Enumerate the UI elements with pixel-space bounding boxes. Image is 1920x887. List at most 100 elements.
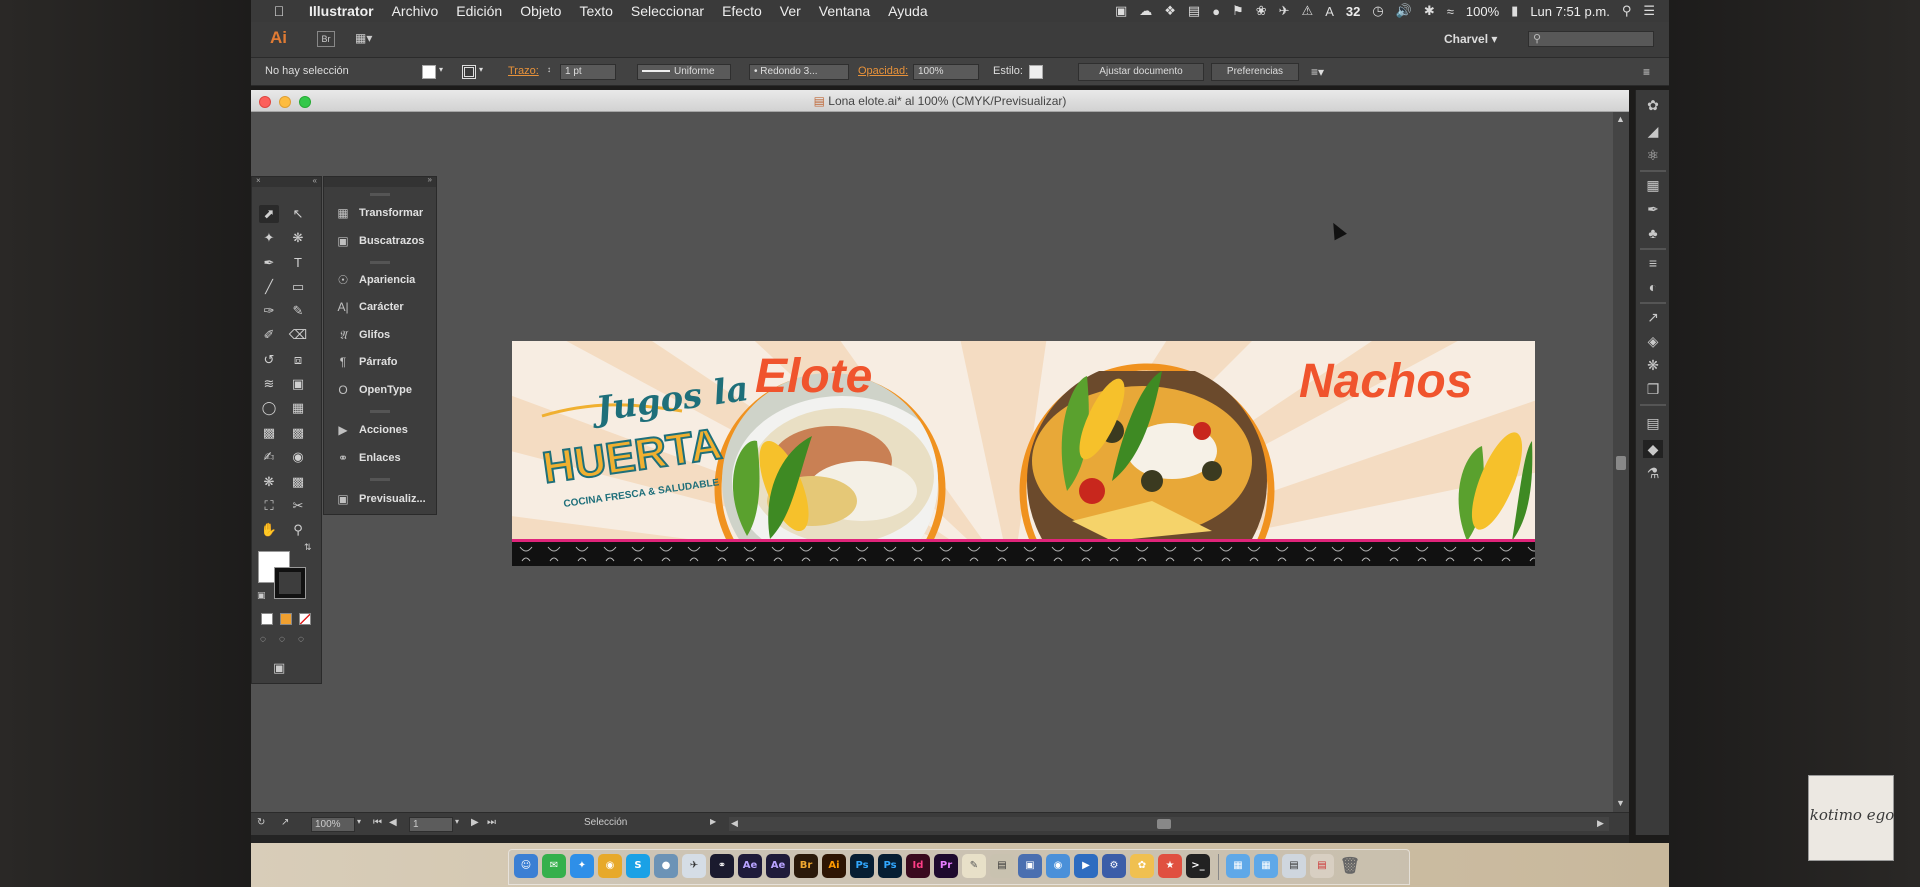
- circle-icon[interactable]: ●: [1212, 4, 1220, 19]
- trash-icon[interactable]: 🗑: [1338, 854, 1362, 878]
- clipboard-icon[interactable]: ▤: [1188, 3, 1200, 19]
- font-icon[interactable]: A: [1325, 4, 1334, 19]
- volume-icon[interactable]: 🔊: [1396, 3, 1412, 19]
- scale-tool-icon[interactable]: ⧈: [288, 351, 308, 369]
- default-colors-icon[interactable]: ▣: [257, 590, 266, 601]
- system-prefs-icon[interactable]: ⚙: [1102, 854, 1126, 878]
- network-icon[interactable]: ◉: [1046, 854, 1070, 878]
- pen-tool-icon[interactable]: ✒: [259, 254, 279, 272]
- panel-grip[interactable]: [370, 261, 390, 264]
- type-tool-icon[interactable]: T: [288, 254, 308, 272]
- color-guide-icon[interactable]: ✿: [1643, 96, 1663, 114]
- transparency-icon[interactable]: ◐: [1643, 278, 1663, 296]
- artboard-number-input[interactable]: 1: [409, 817, 453, 832]
- dictionary-icon[interactable]: ★: [1158, 854, 1182, 878]
- chevron-down-icon[interactable]: ▾: [479, 65, 483, 74]
- artboard-tool-icon[interactable]: ⛶: [259, 497, 279, 515]
- pencil-tool-icon[interactable]: ✎: [288, 302, 308, 320]
- magic-wand-tool-icon[interactable]: ✦: [259, 229, 279, 247]
- apple-icon[interactable]: : [267, 3, 291, 19]
- selection-tool-icon[interactable]: ⬈: [259, 205, 279, 223]
- width-tool-icon[interactable]: ≋: [259, 375, 279, 393]
- vertical-scroll-thumb[interactable]: [1616, 456, 1626, 470]
- chat-icon[interactable]: ●: [654, 854, 678, 878]
- terminal-icon[interactable]: >_: [1186, 854, 1210, 878]
- preview-app-icon[interactable]: ▣: [1018, 854, 1042, 878]
- next-artboard-icon[interactable]: ▶: [471, 817, 479, 828]
- gradient-tool-icon[interactable]: ▩: [288, 424, 308, 442]
- scroll-up-icon[interactable]: ▲: [1616, 114, 1625, 124]
- status-menu-icon[interactable]: ▶: [710, 817, 716, 826]
- folder-icon[interactable]: ▦: [1226, 854, 1250, 878]
- draw-behind-icon[interactable]: ◌: [279, 634, 285, 645]
- panel-item-previsualizar[interactable]: ▣ Previsualiz...: [334, 490, 425, 508]
- panel-item-caracter[interactable]: A| Carácter: [334, 298, 403, 316]
- gradient-icon[interactable]: ◢: [1643, 122, 1663, 140]
- eyedropper-tool-icon[interactable]: ✍: [259, 448, 279, 466]
- menu-archivo[interactable]: Archivo: [392, 3, 439, 19]
- zoom-tool-icon[interactable]: ⚲: [288, 521, 308, 539]
- indesign-icon[interactable]: Id: [906, 854, 930, 878]
- adjust-document-button[interactable]: Ajustar documento: [1078, 63, 1204, 81]
- arrange-documents-icon[interactable]: ▦▾: [355, 31, 372, 45]
- opacity-label[interactable]: Opacidad:: [858, 65, 908, 77]
- keynote-icon[interactable]: ▤: [990, 854, 1014, 878]
- gradient-mode-button[interactable]: [280, 613, 292, 625]
- warning-icon[interactable]: ⚠: [1302, 3, 1314, 19]
- battery-icon[interactable]: ▮: [1511, 3, 1518, 19]
- panel-menu-icon[interactable]: ≡: [1643, 65, 1650, 79]
- menu-ver[interactable]: Ver: [780, 3, 801, 19]
- draw-inside-icon[interactable]: ◌: [298, 634, 304, 645]
- horizontal-scroll-thumb[interactable]: [1157, 819, 1171, 829]
- photoshop-icon[interactable]: Ps: [850, 854, 874, 878]
- downloads-folder-icon[interactable]: ▦: [1254, 854, 1278, 878]
- layers-icon[interactable]: ◈: [1643, 332, 1663, 350]
- last-artboard-icon[interactable]: ⏭: [487, 817, 496, 828]
- stroke-style-select[interactable]: Uniforme: [637, 64, 731, 80]
- fill-swatch[interactable]: [422, 65, 436, 79]
- layers-active-icon[interactable]: ◆: [1643, 440, 1663, 458]
- flag-icon[interactable]: ⚑: [1232, 3, 1244, 19]
- chevron-down-icon[interactable]: ▾: [455, 817, 459, 826]
- zoom-level-input[interactable]: 100%: [311, 817, 355, 832]
- links-panel-icon[interactable]: ⚗: [1643, 464, 1663, 482]
- premiere-icon[interactable]: Pr: [934, 854, 958, 878]
- panel-item-opentype[interactable]: Ο OpenType: [334, 381, 412, 399]
- after-effects-alt-icon[interactable]: Ae: [766, 854, 790, 878]
- workspace-switcher[interactable]: Charvel ▾: [1444, 32, 1497, 46]
- hand-tool-icon[interactable]: ✋: [259, 521, 279, 539]
- stroke-panel-icon[interactable]: ≡: [1643, 254, 1663, 272]
- preferences-button[interactable]: Preferencias: [1211, 63, 1299, 81]
- brush-select[interactable]: • Redondo 3...: [749, 64, 849, 80]
- free-transform-tool-icon[interactable]: ▣: [288, 375, 308, 393]
- slice-tool-icon[interactable]: ✂: [288, 497, 308, 515]
- photoshop-alt-icon[interactable]: Ps: [878, 854, 902, 878]
- scroll-right-icon[interactable]: ▶: [1597, 818, 1604, 829]
- prev-artboard-icon[interactable]: ◀: [389, 817, 397, 828]
- panel-item-parrafo[interactable]: ¶ Párrafo: [334, 353, 398, 371]
- swap-colors-icon[interactable]: ⇅: [304, 542, 312, 553]
- skype-icon[interactable]: S: [626, 854, 650, 878]
- panel-item-transformar[interactable]: ▦ Transformar: [334, 204, 423, 222]
- eraser-tool-icon[interactable]: ⌫: [288, 326, 308, 344]
- panel-grip[interactable]: [370, 193, 390, 196]
- messages-icon[interactable]: ✉: [542, 854, 566, 878]
- rotate-tool-icon[interactable]: ↺: [259, 351, 279, 369]
- menu-edicion[interactable]: Edición: [456, 3, 502, 19]
- horizontal-scrollbar[interactable]: ◀ ▶: [729, 817, 1609, 831]
- safari-icon[interactable]: ✦: [570, 854, 594, 878]
- status-share-icon[interactable]: ↗: [281, 817, 289, 828]
- blob-brush-tool-icon[interactable]: ✐: [259, 326, 279, 344]
- menu-ventana[interactable]: Ventana: [819, 3, 870, 19]
- menu-ayuda[interactable]: Ayuda: [888, 3, 927, 19]
- time-machine-icon[interactable]: ◷: [1372, 3, 1383, 19]
- panel-grip[interactable]: [370, 410, 390, 413]
- symbol-sprayer-tool-icon[interactable]: ❋: [259, 473, 279, 491]
- panel-item-apariencia[interactable]: ☉ Apariencia: [334, 271, 416, 289]
- airplane-app-icon[interactable]: ✈: [682, 854, 706, 878]
- notification-center-icon[interactable]: ☰: [1643, 3, 1655, 19]
- blend-tool-icon[interactable]: ◉: [288, 448, 308, 466]
- tools-panel-header[interactable]: × «: [252, 176, 321, 187]
- draw-normal-icon[interactable]: ◌: [260, 634, 266, 645]
- scroll-down-icon[interactable]: ▼: [1616, 798, 1625, 808]
